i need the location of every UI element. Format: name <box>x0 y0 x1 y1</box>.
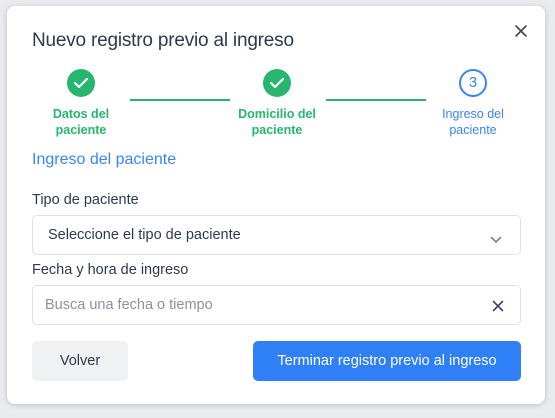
step-1-check-icon <box>67 69 95 97</box>
close-icon[interactable] <box>511 21 531 41</box>
step-2-check-icon <box>263 69 291 97</box>
step-1-label: Datos del paciente <box>31 106 131 138</box>
patient-type-select-value: Seleccione el tipo de paciente <box>48 227 241 243</box>
step-2-label: Domicilio del paciente <box>227 106 327 138</box>
step-3-label-line1: Ingreso del <box>442 107 504 121</box>
step-1-label-line2: paciente <box>55 123 107 137</box>
step-3-label: Ingreso del paciente <box>423 106 523 138</box>
chevron-down-icon <box>490 231 502 249</box>
back-button[interactable]: Volver <box>32 341 128 381</box>
admission-datetime-label: Fecha y hora de ingreso <box>32 262 189 278</box>
finish-pre-registration-button[interactable]: Terminar registro previo al ingreso <box>253 341 521 381</box>
patient-type-label: Tipo de paciente <box>32 192 139 208</box>
admission-datetime-input[interactable] <box>45 295 465 315</box>
step-3-label-line2: paciente <box>449 123 497 137</box>
pre-admission-dialog: Nuevo registro previo al ingreso Datos d… <box>7 6 545 404</box>
step-1-label-line1: Datos del <box>52 107 110 121</box>
patient-type-select[interactable]: Seleccione el tipo de paciente <box>32 215 521 255</box>
step-2-label-line1: Domicilio del <box>238 107 316 121</box>
clear-icon[interactable] <box>492 299 504 317</box>
step-connector-1 <box>130 99 230 101</box>
step-connector-2 <box>326 99 426 101</box>
step-3-indicator: 3 <box>459 69 487 97</box>
section-title: Ingreso del paciente <box>32 151 177 168</box>
step-2-label-line2: paciente <box>251 123 303 137</box>
dialog-title: Nuevo registro previo al ingreso <box>32 30 294 51</box>
admission-datetime-field <box>32 285 521 325</box>
